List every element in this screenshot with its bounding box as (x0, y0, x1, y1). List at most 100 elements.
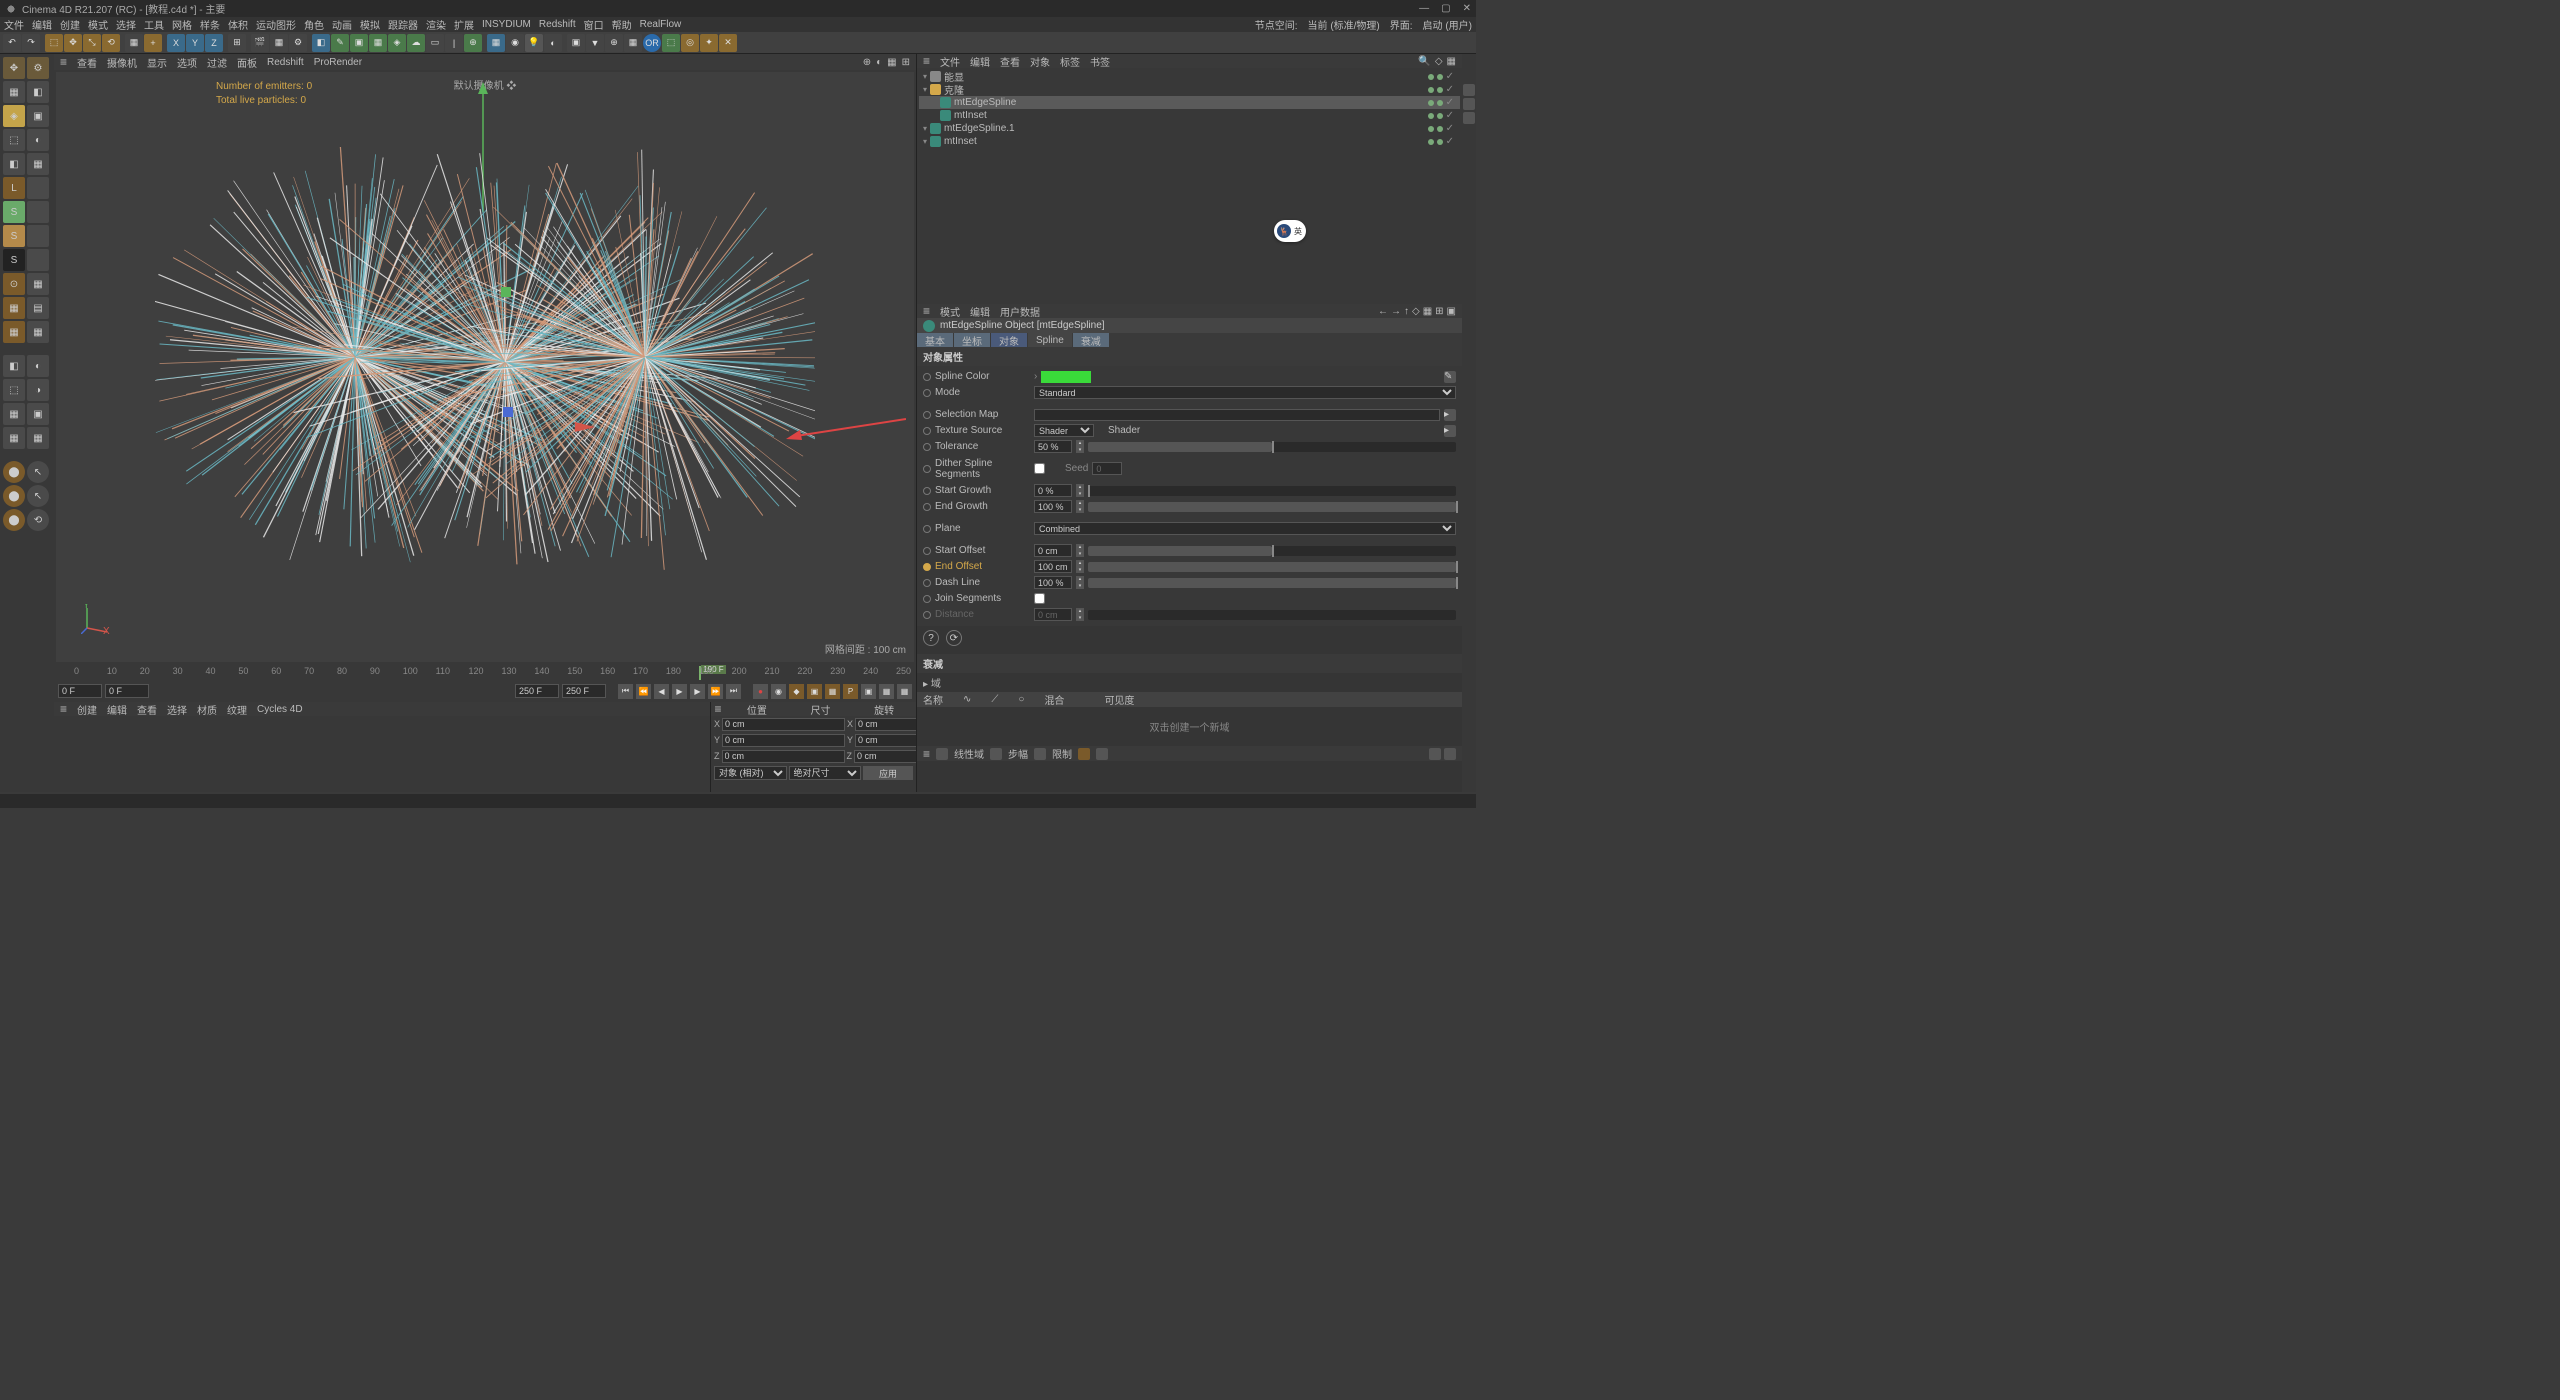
color-picker-icon[interactable]: ✎ (1444, 371, 1456, 383)
key-button-7[interactable]: ▦ (897, 684, 912, 699)
timeline-end-input[interactable] (515, 684, 559, 698)
start-offset-input[interactable] (1034, 544, 1072, 557)
menu-mode[interactable]: 模式 (88, 17, 108, 32)
tolerance-input[interactable] (1034, 440, 1072, 453)
obj-filter-icon[interactable]: ◇ (1435, 56, 1443, 67)
render-settings-button[interactable]: ⚙ (289, 34, 307, 52)
attr-menu-edit[interactable]: 编辑 (970, 304, 990, 319)
menu-mesh[interactable]: 网格 (172, 17, 192, 32)
misc-button-9[interactable]: ✦ (700, 34, 718, 52)
timeline-startframe-input[interactable] (105, 684, 149, 698)
pos-z-input[interactable] (722, 750, 845, 763)
viewport-nav-icon-4[interactable]: ⊞ (902, 57, 910, 68)
field-empty-hint[interactable]: 双击创建一个新域 (917, 707, 1462, 746)
tolerance-slider[interactable] (1088, 442, 1456, 452)
obj-search-icon[interactable]: 🔍 (1418, 56, 1430, 67)
generator-button[interactable]: ▦ (369, 34, 387, 52)
attr-nav-back[interactable]: ← (1378, 306, 1388, 317)
render-view-button[interactable]: 🎬 (251, 34, 269, 52)
goto-end-button[interactable]: ⏭ (726, 684, 741, 699)
texture-source-select[interactable]: Shader (1034, 424, 1094, 437)
obj-menu-tags[interactable]: 标签 (1060, 54, 1080, 69)
key-button-1[interactable]: ◆ (789, 684, 804, 699)
tool-button-26[interactable]: ⬤ (3, 485, 25, 507)
menu-extensions[interactable]: 扩展 (454, 17, 474, 32)
toggle-right-icon-2[interactable] (1444, 748, 1456, 760)
menu-animate[interactable]: 动画 (332, 17, 352, 32)
tool-button-29[interactable]: ⟲ (27, 509, 49, 531)
tool-button-15[interactable]: ▦ (27, 321, 49, 343)
tool-button-24[interactable]: ⬤ (3, 461, 25, 483)
toggle-extra-icon-2[interactable] (1096, 748, 1108, 760)
render-region-button[interactable]: ▦ (270, 34, 288, 52)
start-offset-slider[interactable] (1088, 546, 1456, 556)
node-space-value[interactable]: 当前 (标准/物理) (1308, 17, 1380, 32)
viewport-menu-view[interactable]: 查看 (77, 55, 97, 70)
tool-button-20[interactable]: ▦ (3, 403, 25, 425)
environment-button[interactable]: ☁ (407, 34, 425, 52)
mat-menu-create[interactable]: 创建 (77, 702, 97, 717)
tool-button-10[interactable]: ⊙ (3, 273, 25, 295)
attr-menu-mode[interactable]: 模式 (940, 304, 960, 319)
option-button[interactable]: ⚙ (27, 57, 49, 79)
seed-input[interactable] (1092, 462, 1122, 475)
nurbs-button[interactable]: ▣ (350, 34, 368, 52)
object-tree-item[interactable]: mtInset✓ (919, 109, 1460, 122)
attr-nav-icon2[interactable]: ▦ (1423, 306, 1432, 317)
menu-realflow[interactable]: RealFlow (640, 19, 682, 30)
camera-button[interactable]: ▭ (426, 34, 444, 52)
tool-button-18[interactable]: ⬚ (3, 379, 25, 401)
record-button[interactable]: ● (753, 684, 768, 699)
viewport-nav-icon-2[interactable]: ◐ (876, 57, 882, 68)
minimize-button[interactable]: — (1419, 3, 1429, 14)
misc-button-1[interactable]: ◐ (544, 34, 562, 52)
spline-button[interactable]: ✎ (331, 34, 349, 52)
tool-button-5[interactable]: ▦ (27, 153, 49, 175)
misc-button-3[interactable]: ▼ (586, 34, 604, 52)
viewport-nav-icon-1[interactable]: ⊕ (863, 57, 871, 68)
next-key-button[interactable]: ⏩ (708, 684, 723, 699)
misc-button-5[interactable]: ▦ (624, 34, 642, 52)
play-button[interactable]: ▶ (672, 684, 687, 699)
mat-menu-edit[interactable]: 编辑 (107, 702, 127, 717)
object-tree-item[interactable]: ▾克隆✓ (919, 83, 1460, 96)
next-frame-button[interactable]: ▶ (690, 684, 705, 699)
menu-insydium[interactable]: INSYDIUM (482, 19, 531, 30)
help-button[interactable]: ? (923, 630, 939, 646)
toggle-linear-label[interactable]: 线性域 (954, 746, 984, 761)
model-mode-button[interactable]: ✥ (3, 57, 25, 79)
menu-volume[interactable]: 体积 (228, 17, 248, 32)
menu-help[interactable]: 帮助 (612, 17, 632, 32)
menu-simulate[interactable]: 模拟 (360, 17, 380, 32)
tool-button-4[interactable]: ◐ (27, 129, 49, 151)
mat-menu-material[interactable]: 材质 (197, 702, 217, 717)
viewport-menu-options[interactable]: 选项 (177, 55, 197, 70)
prev-key-button[interactable]: ⏪ (636, 684, 651, 699)
object-tree-item[interactable]: ▾mtEdgeSpline.1✓ (919, 122, 1460, 135)
tool-button-6[interactable] (27, 177, 49, 199)
coord-system-button[interactable]: ⊞ (228, 34, 246, 52)
viewport-menu-display[interactable]: 显示 (147, 55, 167, 70)
key-button-4[interactable]: P (843, 684, 858, 699)
scale-tool[interactable]: ⤡ (83, 34, 101, 52)
mat-menu-cycles[interactable]: Cycles 4D (257, 704, 303, 715)
misc-button-2[interactable]: ▣ (567, 34, 585, 52)
object-tree-item[interactable]: mtEdgeSpline✓ (919, 96, 1460, 109)
s-button-1[interactable]: S (3, 201, 25, 223)
menu-create[interactable]: 创建 (60, 17, 80, 32)
goto-start-button[interactable]: ⏮ (618, 684, 633, 699)
start-growth-spinner[interactable]: ▴▾ (1076, 484, 1084, 497)
toggle-linear-icon[interactable] (936, 748, 948, 760)
tool-button-7[interactable] (27, 201, 49, 223)
tool-button-8[interactable] (27, 225, 49, 247)
attr-tab-coord[interactable]: 坐标 (954, 333, 990, 347)
tool-button-19[interactable]: ◑ (27, 379, 49, 401)
attr-nav-icon4[interactable]: ▣ (1447, 306, 1456, 317)
deformer-button[interactable]: ◈ (388, 34, 406, 52)
ime-badge[interactable]: 🦌 英 (1274, 220, 1306, 242)
tool-button-22[interactable]: ▦ (3, 427, 25, 449)
menu-spline[interactable]: 样条 (200, 17, 220, 32)
mat-menu-view[interactable]: 查看 (137, 702, 157, 717)
edge-mode-button[interactable]: ◧ (3, 153, 25, 175)
point-mode-button[interactable]: ⬚ (3, 129, 25, 151)
